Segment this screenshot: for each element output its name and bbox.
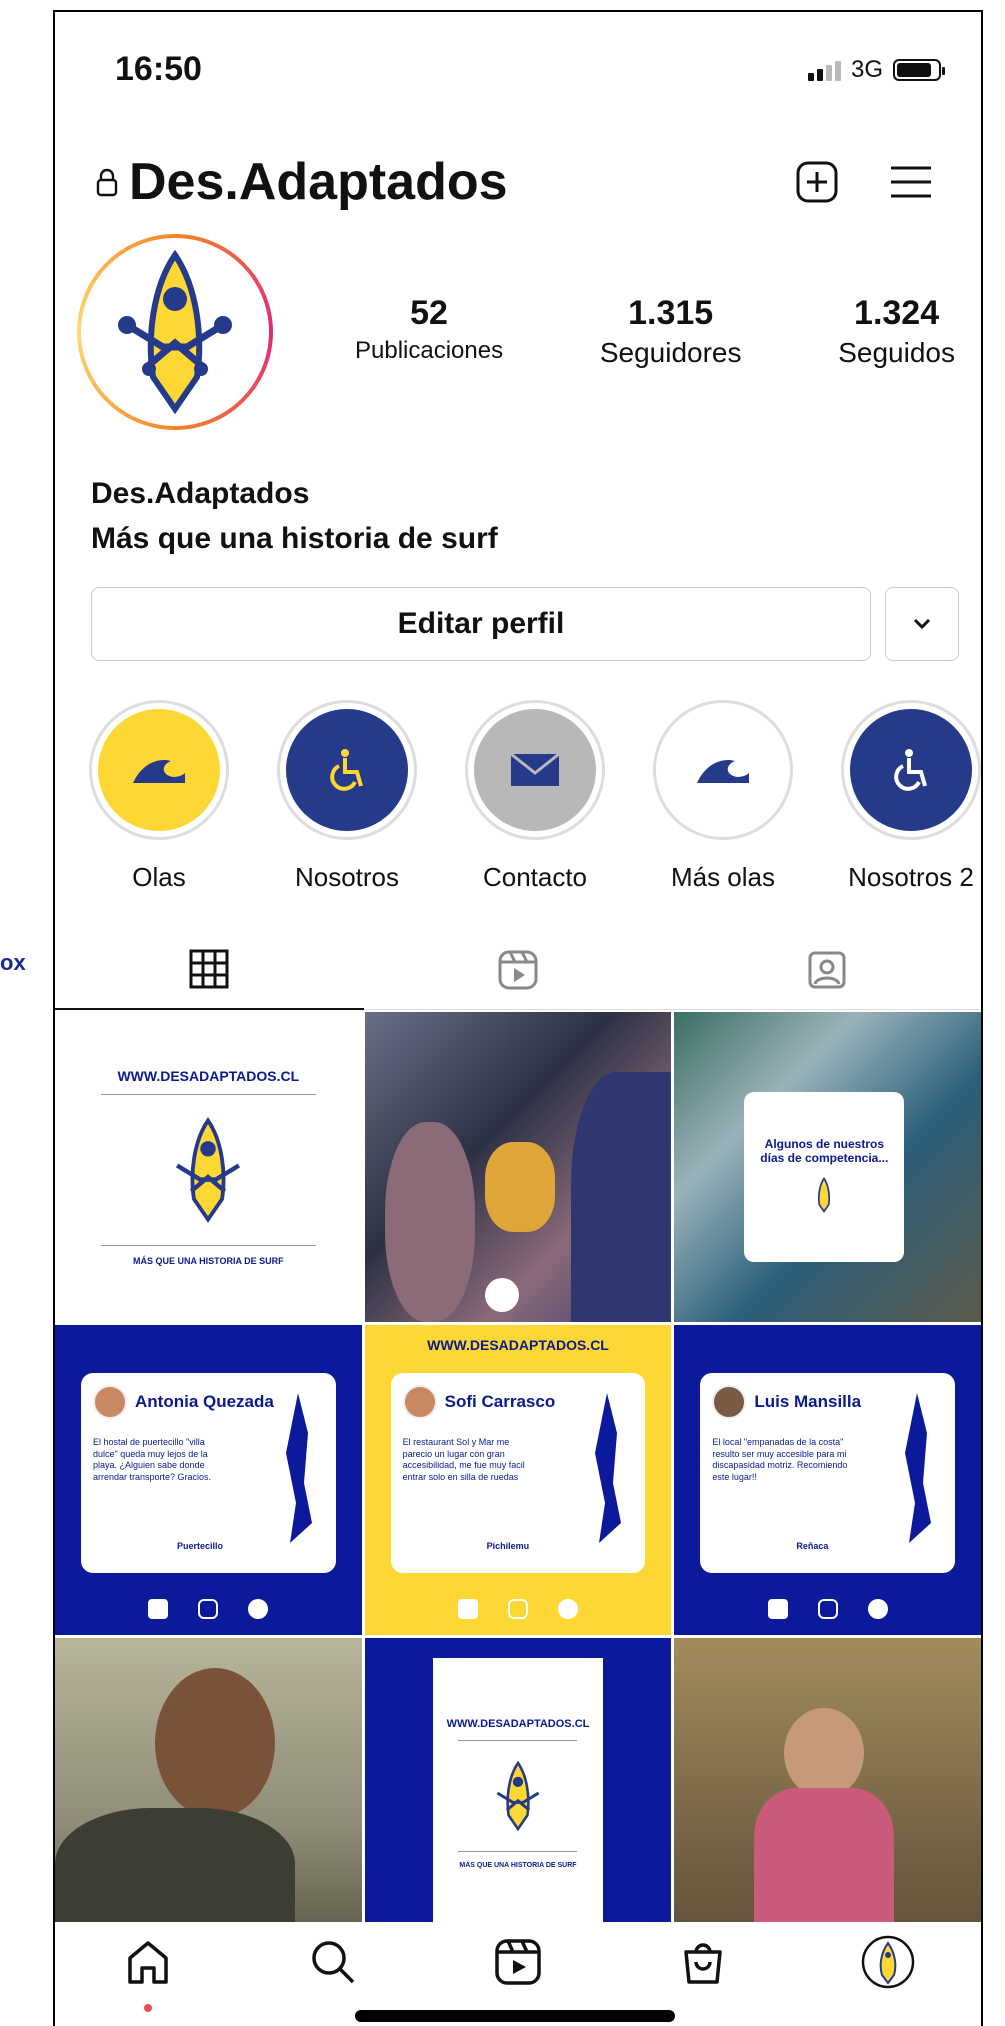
photo-person bbox=[784, 1708, 865, 1798]
nav-home[interactable] bbox=[108, 1922, 188, 2012]
youtube-icon bbox=[457, 1599, 478, 1619]
youtube-icon bbox=[767, 1599, 788, 1619]
post-tile[interactable]: WWW.DESADAPTADOS.CL MÁS QUE UNA HISTORIA… bbox=[55, 1012, 362, 1322]
wave-icon bbox=[697, 759, 749, 783]
instagram-icon bbox=[198, 1599, 219, 1619]
tab-reels[interactable] bbox=[363, 930, 673, 1010]
bio-name: Des.Adaptados bbox=[91, 477, 310, 510]
profile-stats: 52 Publicaciones 1.315 Seguidores 1.324 … bbox=[355, 294, 955, 369]
instagram-icon bbox=[817, 1599, 838, 1619]
instagram-icon bbox=[507, 1599, 528, 1619]
notification-dot bbox=[143, 2004, 152, 2012]
facebook-icon bbox=[248, 1599, 269, 1619]
bio-text: Más que una historia de surf bbox=[91, 522, 498, 555]
kayak-logo-icon bbox=[118, 249, 232, 415]
reels-icon bbox=[495, 1939, 541, 1985]
wheelchair-icon bbox=[330, 749, 363, 791]
tagged-icon bbox=[808, 951, 846, 988]
profile-tabs bbox=[55, 930, 981, 1010]
post-slogan-text: MÁS QUE UNA HISTORIA DE SURF bbox=[132, 1256, 284, 1266]
social-icons bbox=[55, 1599, 362, 1619]
highlight-mas-olas[interactable]: Más olas bbox=[649, 700, 797, 893]
facebook-icon bbox=[557, 1599, 578, 1619]
post-tile[interactable]: Algunos de nuestros días de competencia.… bbox=[674, 1012, 981, 1322]
chile-map-icon bbox=[285, 1393, 312, 1543]
photo-person bbox=[384, 1122, 475, 1322]
status-indicators: 3G bbox=[807, 56, 945, 84]
network-label: 3G bbox=[850, 56, 883, 83]
photo-person bbox=[155, 1668, 275, 1818]
chevron-down-icon bbox=[913, 618, 931, 630]
story-highlights: Olas Nosotros Contacto Más olas Nosotros… bbox=[85, 700, 981, 893]
nav-reels[interactable] bbox=[478, 1922, 558, 2002]
status-time: 16:50 bbox=[115, 50, 202, 88]
posts-grid: WWW.DESADAPTADOS.CL MÁS QUE UNA HISTORIA… bbox=[55, 1012, 981, 1948]
social-icons bbox=[674, 1599, 981, 1619]
post-tile[interactable] bbox=[55, 1638, 362, 1948]
battery-icon bbox=[893, 59, 945, 81]
kayak-logo-icon bbox=[176, 1117, 241, 1223]
post-caption-text: Algunos de nuestros días de competencia.… bbox=[760, 1137, 889, 1165]
new-post-icon[interactable] bbox=[795, 160, 839, 204]
highlight-contacto[interactable]: Contacto bbox=[461, 700, 609, 893]
photo-person bbox=[484, 1142, 555, 1232]
shopping-bag-icon bbox=[684, 1943, 722, 1984]
mail-icon bbox=[510, 753, 560, 786]
profile-header: Des.Adaptados bbox=[95, 152, 508, 212]
wave-icon bbox=[133, 759, 185, 783]
search-icon bbox=[312, 1941, 355, 1984]
tab-grid[interactable] bbox=[55, 930, 364, 1010]
nav-profile[interactable] bbox=[848, 1922, 928, 2002]
kayak-logo-icon bbox=[484, 1278, 519, 1312]
suggestions-dropdown-button[interactable] bbox=[885, 587, 959, 661]
tab-tagged[interactable] bbox=[672, 930, 981, 1010]
phone-screen: 16:50 3G Des.Adaptados 52 Publicaciones … bbox=[53, 10, 983, 2026]
avatar bbox=[712, 1385, 747, 1419]
nav-search[interactable] bbox=[293, 1922, 373, 2002]
highlight-nosotros-2[interactable]: Nosotros 2 bbox=[837, 700, 981, 893]
chile-map-icon bbox=[595, 1393, 622, 1543]
post-tile[interactable] bbox=[674, 1638, 981, 1948]
lock-icon bbox=[96, 168, 118, 197]
home-indicator[interactable] bbox=[355, 2010, 675, 2022]
kayak-logo-icon bbox=[818, 1176, 831, 1214]
post-tile[interactable] bbox=[364, 1012, 672, 1322]
youtube-icon bbox=[148, 1599, 169, 1619]
avatar bbox=[862, 1935, 915, 1989]
header-actions bbox=[795, 160, 933, 204]
profile-avatar[interactable] bbox=[77, 234, 273, 430]
reels-icon bbox=[498, 950, 538, 989]
chile-map-icon bbox=[904, 1393, 931, 1543]
post-tile[interactable]: Antonia Quezada El hostal de puertecillo… bbox=[55, 1325, 362, 1635]
highlight-nosotros[interactable]: Nosotros bbox=[273, 700, 421, 893]
menu-icon[interactable] bbox=[889, 164, 933, 200]
wheelchair-icon bbox=[894, 749, 927, 791]
kayak-logo-icon bbox=[496, 1760, 540, 1831]
home-icon bbox=[127, 1941, 168, 1984]
edit-profile-button[interactable]: Editar perfil bbox=[91, 587, 871, 661]
avatar bbox=[402, 1385, 437, 1419]
post-tile[interactable]: Luis Mansilla El local "empanadas de la … bbox=[674, 1325, 981, 1635]
post-url-text: WWW.DESADAPTADOS.CL bbox=[117, 1068, 300, 1084]
grid-icon bbox=[189, 949, 229, 989]
signal-icon bbox=[807, 59, 841, 81]
highlight-olas[interactable]: Olas bbox=[85, 700, 233, 893]
stat-following[interactable]: 1.324 Seguidos bbox=[838, 294, 955, 369]
post-tile[interactable]: WWW.DESADAPTADOS.CL MÁS QUE UNA HISTORIA… bbox=[364, 1638, 672, 1948]
nav-shop[interactable] bbox=[663, 1922, 743, 2002]
post-tile[interactable]: WWW.DESADAPTADOS.CL Sofi Carrasco El res… bbox=[364, 1325, 672, 1635]
social-icons bbox=[365, 1599, 672, 1619]
photo-person bbox=[571, 1072, 672, 1322]
stat-posts[interactable]: 52 Publicaciones bbox=[355, 294, 503, 369]
side-note-text: ox bbox=[0, 950, 26, 975]
stat-followers[interactable]: 1.315 Seguidores bbox=[600, 294, 742, 369]
facebook-icon bbox=[867, 1599, 888, 1619]
profile-username[interactable]: Des.Adaptados bbox=[129, 152, 508, 212]
avatar bbox=[93, 1385, 127, 1419]
